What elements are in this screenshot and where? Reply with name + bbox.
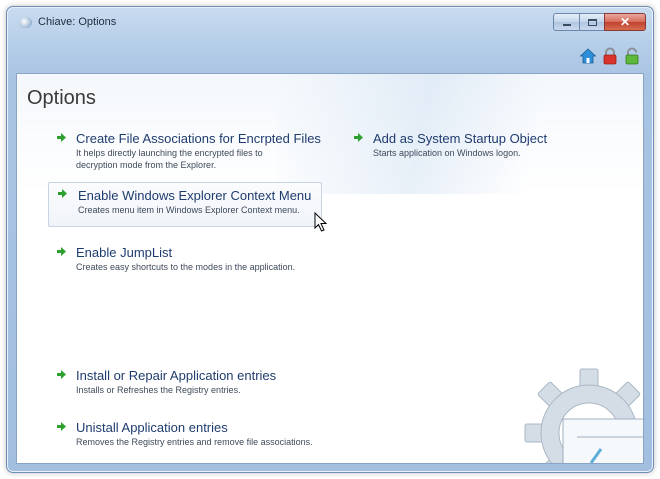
option-description: Removes the Registry entries and remove … (76, 437, 313, 447)
mouse-cursor-icon (314, 212, 328, 232)
option-title: Unistall Application entries (76, 420, 228, 435)
app-window: Chiave: Options ✕ Options Create File As… (6, 6, 654, 473)
option-description: decryption mode from the Explorer. (76, 160, 217, 170)
minimize-button[interactable] (553, 13, 579, 31)
close-icon: ✕ (619, 15, 631, 29)
maximize-icon (587, 18, 597, 26)
option-description: Installs or Refreshes the Registry entri… (76, 385, 241, 395)
arrow-right-icon (57, 422, 66, 431)
minimize-icon (562, 24, 571, 26)
options-panel: Options Create File Associations for Enc… (16, 73, 644, 464)
arrow-right-icon (57, 247, 66, 256)
arrow-right-icon (354, 133, 363, 142)
arrow-right-icon (58, 189, 67, 198)
option-title: Enable Windows Explorer Context Menu (78, 188, 312, 203)
unlock-icon[interactable] (623, 47, 641, 65)
caption-buttons: ✕ (553, 13, 646, 31)
option-description: It helps directly launching the encrypte… (76, 148, 263, 158)
option-description: Creates menu item in Windows Explorer Co… (78, 205, 300, 215)
lock-icon[interactable] (601, 47, 619, 65)
close-button[interactable]: ✕ (604, 13, 646, 31)
option-title: Add as System Startup Object (373, 131, 548, 146)
option-enable-context-menu[interactable]: Enable Windows Explorer Context Menu Cre… (48, 182, 322, 227)
option-enable-jumplist[interactable]: Enable JumpList Creates easy shortcuts t… (47, 240, 303, 277)
option-description: Starts application on Windows logon. (373, 148, 521, 158)
arrow-right-icon (57, 133, 66, 142)
home-icon[interactable] (579, 47, 597, 65)
option-title: Enable JumpList (76, 245, 173, 260)
option-install-repair-entries[interactable]: Install or Repair Application entries In… (47, 363, 284, 400)
option-add-startup-object[interactable]: Add as System Startup Object Starts appl… (344, 126, 555, 163)
page-title: Options (27, 87, 96, 109)
option-create-file-associations[interactable]: Create File Associations for Encrpted Fi… (47, 126, 329, 175)
option-uninstall-entries[interactable]: Unistall Application entries Removes the… (47, 415, 321, 452)
option-title: Create File Associations for Encrpted Fi… (76, 131, 321, 146)
title-bar[interactable]: Chiave: Options ✕ (7, 7, 653, 39)
window-title: Chiave: Options (38, 16, 117, 28)
gear-icon (524, 368, 643, 463)
option-description: Creates easy shortcuts to the modes in t… (76, 262, 296, 272)
app-icon (19, 17, 32, 28)
option-title: Install or Repair Application entries (76, 368, 277, 383)
maximize-button[interactable] (579, 13, 604, 31)
arrow-right-icon (57, 370, 66, 379)
toolbar (579, 47, 641, 65)
